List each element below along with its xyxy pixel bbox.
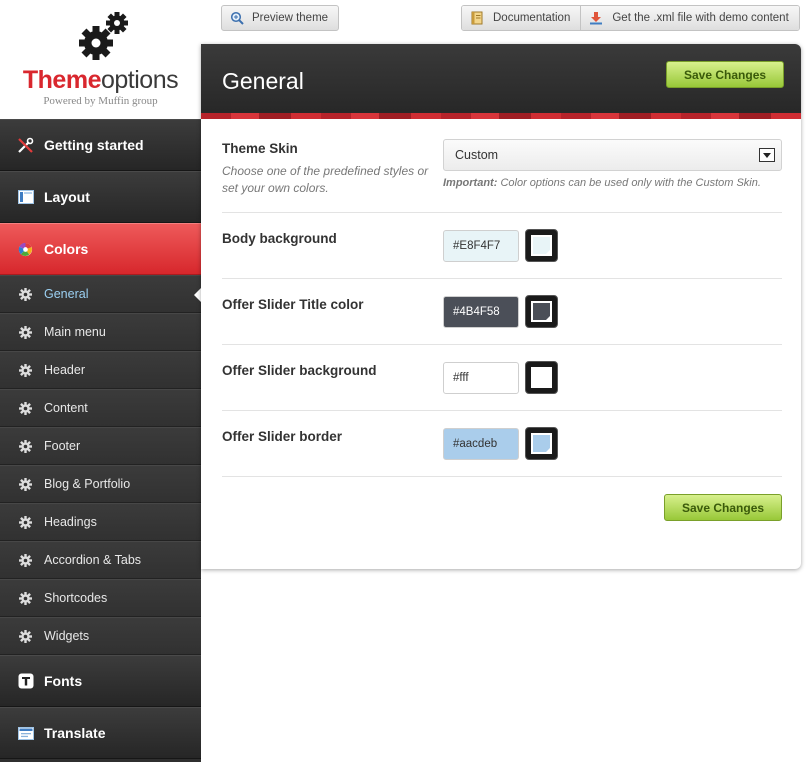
color-picker-button[interactable] bbox=[525, 361, 558, 394]
color-label: Body background bbox=[222, 231, 337, 246]
documentation-label: Documentation bbox=[493, 12, 571, 24]
sidebar-subitem-label: Content bbox=[44, 401, 88, 415]
panel-header: General Save Changes bbox=[201, 44, 801, 119]
palette-icon bbox=[17, 241, 34, 258]
download-xml-label: Get the .xml file with demo content bbox=[612, 12, 789, 24]
color-input-offer-slider-background[interactable]: #fff bbox=[443, 362, 519, 394]
sidebar-subitem-widgets[interactable]: Widgets bbox=[0, 617, 201, 655]
gear-icon bbox=[19, 515, 32, 529]
color-swatch-icon bbox=[531, 235, 552, 256]
logo: Themeoptions Powered by Muffin group bbox=[0, 0, 201, 119]
sidebar-subitem-label: Blog & Portfolio bbox=[44, 477, 131, 491]
color-row-offer-slider-background: Offer Slider background #fff bbox=[222, 345, 782, 411]
font-icon bbox=[17, 673, 34, 690]
sidebar-item-label: Getting started bbox=[44, 137, 144, 153]
theme-skin-value: Custom bbox=[455, 148, 499, 162]
theme-skin-select[interactable]: Custom bbox=[443, 139, 782, 171]
brand-name: Themeoptions bbox=[22, 66, 179, 94]
sidebar-item-colors[interactable]: Colors bbox=[0, 223, 201, 275]
sidebar-subitem-footer[interactable]: Footer bbox=[0, 427, 201, 465]
sidebar-subitem-label: General bbox=[44, 287, 89, 301]
chevron-down-icon bbox=[759, 148, 775, 162]
gear-icon bbox=[19, 363, 32, 377]
sidebar-subitem-main-menu[interactable]: Main menu bbox=[0, 313, 201, 351]
theme-skin-description: Choose one of the predefined styles or s… bbox=[222, 164, 429, 195]
sidebar: Getting started Layout Colors General Ma… bbox=[0, 119, 201, 762]
color-picker-button[interactable] bbox=[525, 427, 558, 460]
color-row-body-background: Body background #E8F4F7 bbox=[222, 213, 782, 279]
color-picker-button[interactable] bbox=[525, 229, 558, 262]
color-swatch-icon bbox=[531, 367, 552, 388]
powered-by: Powered by Muffin group bbox=[43, 95, 158, 107]
sidebar-subitem-label: Shortcodes bbox=[44, 591, 108, 605]
sidebar-subitem-headings[interactable]: Headings bbox=[0, 503, 201, 541]
settings-panel: General Save Changes Theme Skin Choose o… bbox=[201, 44, 801, 569]
save-changes-button-top[interactable]: Save Changes bbox=[666, 61, 785, 88]
sidebar-subitem-label: Footer bbox=[44, 439, 81, 453]
sidebar-subitem-label: Headings bbox=[44, 515, 97, 529]
gear-icon bbox=[19, 629, 32, 643]
tools-icon bbox=[17, 137, 34, 154]
sidebar-subitem-accordion-tabs[interactable]: Accordion & Tabs bbox=[0, 541, 201, 579]
color-label: Offer Slider background bbox=[222, 363, 377, 378]
download-xml-button[interactable]: Get the .xml file with demo content bbox=[580, 6, 799, 30]
sidebar-subitem-label: Accordion & Tabs bbox=[44, 553, 142, 567]
sidebar-subitem-label: Header bbox=[44, 363, 85, 377]
translate-icon bbox=[17, 725, 34, 742]
gear-icon bbox=[19, 477, 32, 491]
color-label: Offer Slider Title color bbox=[222, 297, 364, 312]
sidebar-item-translate[interactable]: Translate bbox=[0, 707, 201, 759]
preview-theme-label: Preview theme bbox=[252, 12, 329, 24]
magnifier-icon bbox=[230, 11, 244, 25]
sidebar-item-getting-started[interactable]: Getting started bbox=[0, 119, 201, 171]
sidebar-item-label: Translate bbox=[44, 725, 106, 741]
gear-icon bbox=[19, 439, 32, 453]
panel-title: General bbox=[222, 68, 304, 94]
color-input-offer-slider-border[interactable]: #aacdeb bbox=[443, 428, 519, 460]
download-icon bbox=[589, 11, 603, 25]
layout-icon bbox=[17, 189, 34, 206]
color-row-offer-slider-title: Offer Slider Title color #4B4F58 bbox=[222, 279, 782, 345]
color-swatch-icon bbox=[531, 433, 552, 454]
theme-skin-label: Theme Skin bbox=[222, 141, 298, 156]
sidebar-subitem-general[interactable]: General bbox=[0, 275, 201, 313]
color-input-body-background[interactable]: #E8F4F7 bbox=[443, 230, 519, 262]
gear-icon bbox=[19, 401, 32, 415]
gear-icon bbox=[19, 553, 32, 567]
preview-theme-button[interactable]: Preview theme bbox=[221, 5, 340, 31]
sidebar-subitem-content[interactable]: Content bbox=[0, 389, 201, 427]
sidebar-item-fonts[interactable]: Fonts bbox=[0, 655, 201, 707]
color-input-offer-slider-title[interactable]: #4B4F58 bbox=[443, 296, 519, 328]
sidebar-subitem-header[interactable]: Header bbox=[0, 351, 201, 389]
gear-icon bbox=[19, 591, 32, 605]
sidebar-item-label: Layout bbox=[44, 189, 90, 205]
gear-icon bbox=[19, 325, 32, 339]
gear-icon bbox=[19, 287, 32, 301]
save-changes-button-bottom[interactable]: Save Changes bbox=[664, 494, 783, 521]
sidebar-subitem-label: Widgets bbox=[44, 629, 90, 643]
sidebar-subitem-blog-portfolio[interactable]: Blog & Portfolio bbox=[0, 465, 201, 503]
color-swatch-icon bbox=[531, 301, 552, 322]
color-label: Offer Slider border bbox=[222, 429, 343, 444]
book-icon bbox=[470, 11, 484, 25]
sidebar-subitem-label: Main menu bbox=[44, 325, 106, 339]
sidebar-item-label: Colors bbox=[44, 241, 89, 257]
color-row-offer-slider-border: Offer Slider border #aacdeb bbox=[222, 411, 782, 477]
color-picker-button[interactable] bbox=[525, 295, 558, 328]
theme-skin-row: Theme Skin Choose one of the predefined … bbox=[222, 119, 782, 213]
sidebar-subitem-shortcodes[interactable]: Shortcodes bbox=[0, 579, 201, 617]
documentation-button[interactable]: Documentation bbox=[462, 6, 581, 30]
skin-important-note: Important: Color options can be used onl… bbox=[443, 177, 761, 189]
toolbar-group: Documentation Get the .xml file with dem… bbox=[461, 5, 800, 31]
gears-icon bbox=[79, 12, 128, 60]
sidebar-item-layout[interactable]: Layout bbox=[0, 171, 201, 223]
sidebar-item-label: Fonts bbox=[44, 673, 83, 689]
